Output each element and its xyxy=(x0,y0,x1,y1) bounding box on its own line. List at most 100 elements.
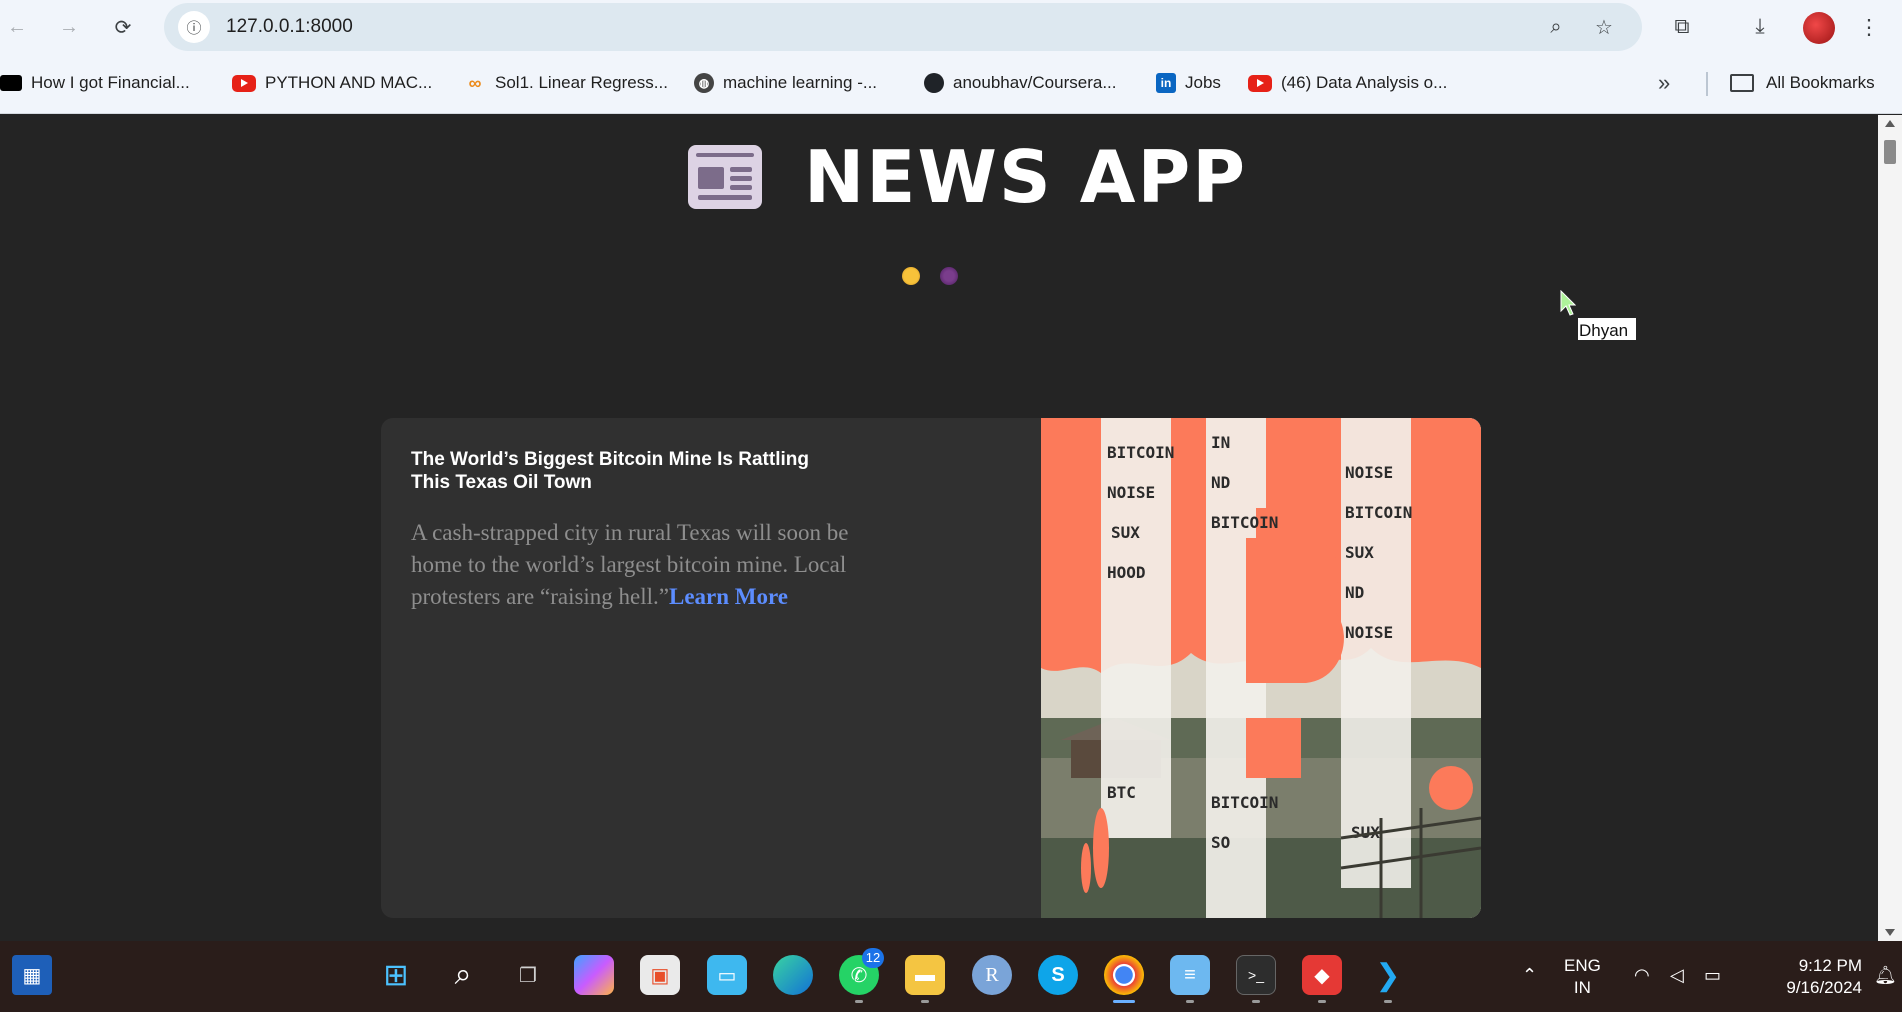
svg-text:BITCOIN: BITCOIN xyxy=(1211,793,1278,812)
svg-text:HOOD: HOOD xyxy=(1107,563,1146,582)
article-image[interactable]: BITCOIN NOISE SUX HOOD IN ND BITCOIN NOI… xyxy=(1041,418,1481,918)
postman-icon[interactable]: ◆ xyxy=(1302,955,1342,995)
svg-text:SUX: SUX xyxy=(1111,523,1140,542)
site-info-icon[interactable]: ⓘ xyxy=(178,11,210,43)
bookmark-item[interactable]: ◍ machine learning -... xyxy=(686,66,885,100)
notification-bell-icon[interactable]: 🔔︎ xyxy=(1874,965,1897,986)
svg-text:ND: ND xyxy=(1345,583,1364,602)
forward-button[interactable]: → xyxy=(54,12,84,42)
download-icon[interactable]: ⤓ xyxy=(1745,12,1775,42)
r-app-icon[interactable]: R xyxy=(972,955,1012,995)
bookmark-label: anoubhav/Coursera... xyxy=(953,73,1117,92)
notepad-icon[interactable]: ≡ xyxy=(1170,955,1210,995)
article-title: The World’s Biggest Bitcoin Mine Is Ratt… xyxy=(411,449,809,493)
bookmark-label: (46) Data Analysis o... xyxy=(1281,73,1448,92)
page-viewport: NEWS APP Dhyan The World’s Biggest Bitco… xyxy=(0,115,1878,941)
taskbar: ▦ ⊞ ⌕ ❐ ▣ ▭ ✆ 12 ▬ R S ≡ >_ ◆ ❯ ⌃ ENG IN… xyxy=(0,941,1902,1012)
widgets-icon[interactable]: ▦ xyxy=(12,955,52,995)
url-text[interactable]: 127.0.0.1:8000 xyxy=(226,16,353,38)
video-icon xyxy=(0,75,22,91)
svg-text:NOISE: NOISE xyxy=(1345,623,1393,642)
scroll-thumb[interactable] xyxy=(1884,140,1896,164)
folder-icon xyxy=(1730,74,1754,92)
running-indicator xyxy=(1384,1000,1392,1003)
all-bookmarks-label: All Bookmarks xyxy=(1766,73,1875,92)
bookmark-label: How I got Financial... xyxy=(31,73,190,92)
bookmark-item[interactable]: anoubhav/Coursera... xyxy=(916,66,1125,100)
coursera-icon: ∞ xyxy=(468,72,482,93)
bookmark-label: PYTHON AND MAC... xyxy=(265,73,433,92)
article-description: A cash-strapped city in rural Texas will… xyxy=(411,517,861,613)
bookmark-item[interactable]: How I got Financial... xyxy=(0,66,198,100)
back-button[interactable]: ← xyxy=(2,12,32,42)
scroll-down-arrow-icon[interactable] xyxy=(1885,929,1895,936)
browser-chrome: ← → ⟳ ⓘ 127.0.0.1:8000 ⌕ ☆ ⧉ ⤓ ⋮ How I g… xyxy=(0,0,1902,114)
task-view-icon[interactable]: ❐ xyxy=(508,955,548,995)
running-indicator xyxy=(1318,1000,1326,1003)
clock-date: 9/16/2024 xyxy=(1786,978,1862,997)
moon-icon[interactable] xyxy=(940,267,958,285)
copilot-icon[interactable] xyxy=(574,955,614,995)
running-indicator xyxy=(921,1000,929,1003)
youtube-icon xyxy=(232,74,256,92)
bookmark-label: Jobs xyxy=(1185,73,1221,92)
github-icon xyxy=(924,73,944,93)
address-bar[interactable]: ⓘ 127.0.0.1:8000 ⌕ ☆ xyxy=(164,3,1642,51)
running-indicator xyxy=(855,1000,863,1003)
svg-text:SO: SO xyxy=(1211,833,1230,852)
wifi-icon[interactable]: ◠ xyxy=(1634,965,1650,986)
learn-more-link[interactable]: Learn More xyxy=(669,584,788,609)
svg-text:NOISE: NOISE xyxy=(1107,483,1155,502)
volume-icon[interactable]: ◁ xyxy=(1670,965,1684,986)
edge-icon[interactable] xyxy=(773,955,813,995)
desktop-icon[interactable]: ▭ xyxy=(707,955,747,995)
bookmark-label: Sol1. Linear Regress... xyxy=(495,73,668,92)
bookmark-item[interactable]: ∞ Sol1. Linear Regress... xyxy=(456,66,676,100)
clock[interactable]: 9:12 PM 9/16/2024 xyxy=(1752,955,1862,999)
region-code: IN xyxy=(1573,978,1591,997)
extensions-icon[interactable]: ⧉ xyxy=(1667,12,1697,42)
running-indicator xyxy=(1252,1000,1260,1003)
bookmark-label: machine learning -... xyxy=(723,73,878,92)
scroll-up-arrow-icon[interactable] xyxy=(1885,120,1895,127)
profile-avatar[interactable] xyxy=(1803,12,1835,44)
globe-icon: ◍ xyxy=(694,73,714,93)
bookmarks-overflow-button[interactable]: » xyxy=(1658,70,1670,96)
svg-text:SUX: SUX xyxy=(1345,543,1374,562)
all-bookmarks-button[interactable]: All Bookmarks xyxy=(1730,66,1875,100)
svg-text:BITCOIN: BITCOIN xyxy=(1345,503,1412,522)
reload-button[interactable]: ⟳ xyxy=(108,12,138,42)
bookmarks-separator xyxy=(1706,72,1708,96)
chrome-icon[interactable] xyxy=(1104,955,1144,995)
battery-icon[interactable]: ▭ xyxy=(1704,965,1721,986)
zoom-icon[interactable]: ⌕ xyxy=(1542,13,1570,41)
bookmark-item[interactable]: in Jobs xyxy=(1148,66,1229,100)
language-indicator[interactable]: ENG IN xyxy=(1564,955,1601,999)
svg-text:ND: ND xyxy=(1211,473,1230,492)
bookmark-star-icon[interactable]: ☆ xyxy=(1590,13,1618,41)
file-explorer-icon[interactable]: ▬ xyxy=(905,955,945,995)
page-scrollbar[interactable] xyxy=(1878,115,1902,941)
svg-text:BTC: BTC xyxy=(1107,783,1136,802)
browser-toolbar: ← → ⟳ ⓘ 127.0.0.1:8000 ⌕ ☆ ⧉ ⤓ ⋮ xyxy=(0,0,1902,54)
running-indicator xyxy=(1186,1000,1194,1003)
vscode-icon[interactable]: ❯ xyxy=(1368,955,1408,995)
bookmark-item[interactable]: PYTHON AND MAC... xyxy=(224,66,440,100)
skype-icon[interactable]: S xyxy=(1038,955,1078,995)
svg-text:NOISE: NOISE xyxy=(1345,463,1393,482)
app-header: NEWS APP xyxy=(688,135,1247,219)
bookmark-item[interactable]: (46) Data Analysis o... xyxy=(1240,66,1455,100)
bookmarks-bar: How I got Financial... PYTHON AND MAC...… xyxy=(0,64,1902,102)
page-title: NEWS APP xyxy=(804,135,1248,219)
store-icon[interactable]: ▣ xyxy=(640,955,680,995)
terminal-icon[interactable]: >_ xyxy=(1236,955,1276,995)
search-icon[interactable]: ⌕ xyxy=(443,955,483,995)
chevron-up-icon[interactable]: ⌃ xyxy=(1522,965,1537,986)
sun-icon[interactable] xyxy=(902,267,920,285)
menu-kebab-icon[interactable]: ⋮ xyxy=(1854,12,1884,42)
username-box[interactable]: Dhyan xyxy=(1578,318,1636,340)
language-code: ENG xyxy=(1564,956,1601,975)
start-icon[interactable]: ⊞ xyxy=(376,955,416,995)
newspaper-icon xyxy=(688,145,762,209)
active-indicator xyxy=(1113,1000,1135,1003)
